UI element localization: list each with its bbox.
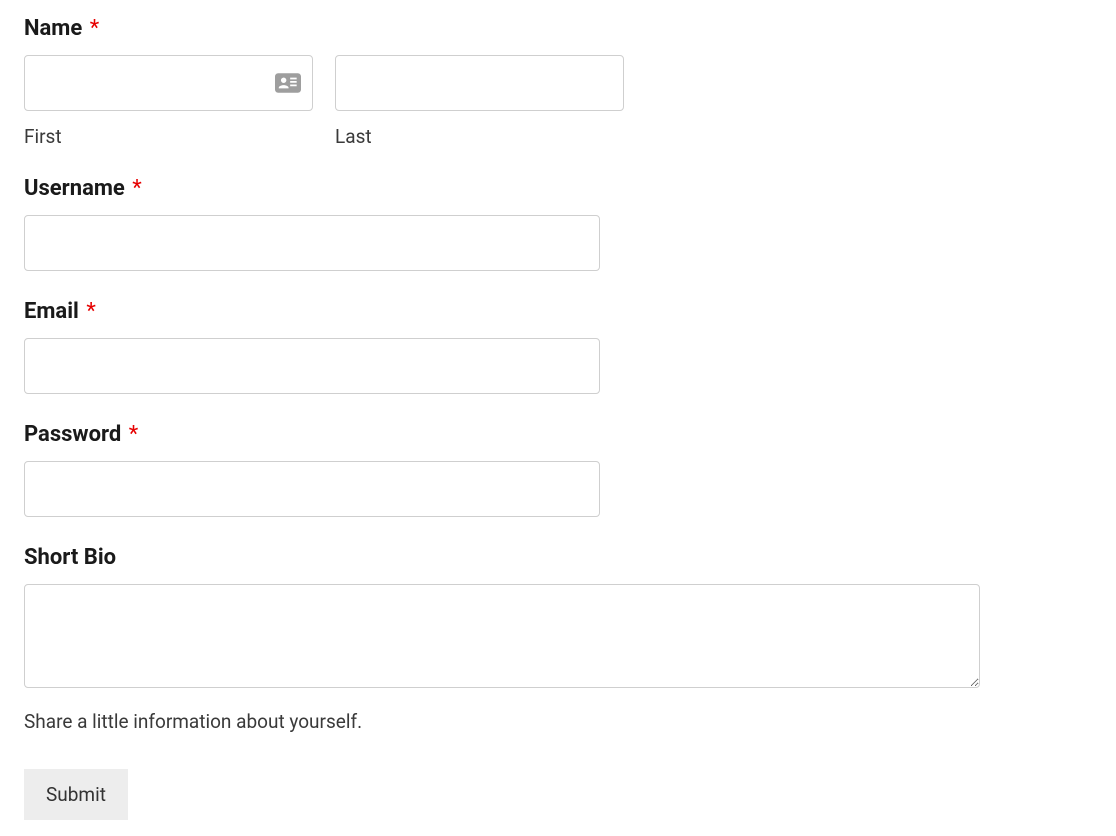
username-label-text: Username	[24, 176, 125, 201]
name-row: First Last	[24, 55, 624, 148]
email-group: Email *	[24, 299, 1092, 394]
username-required-mark: *	[132, 176, 141, 201]
first-name-input[interactable]	[24, 55, 313, 111]
submit-button[interactable]: Submit	[24, 769, 128, 820]
email-input[interactable]	[24, 338, 600, 394]
password-input[interactable]	[24, 461, 600, 517]
last-name-col: Last	[335, 55, 624, 148]
password-label-text: Password	[24, 422, 121, 447]
email-label-text: Email	[24, 299, 79, 324]
bio-label: Short Bio	[24, 545, 1092, 570]
password-label: Password *	[24, 422, 1092, 447]
bio-wrap	[24, 584, 980, 692]
last-name-sublabel: Last	[335, 125, 624, 148]
first-name-wrap	[24, 55, 313, 111]
bio-textarea[interactable]	[24, 584, 980, 688]
username-wrap	[24, 215, 600, 271]
profile-form: Name * First Last Use	[24, 16, 1092, 820]
last-name-wrap	[335, 55, 624, 111]
name-label-text: Name	[24, 16, 82, 41]
email-wrap	[24, 338, 600, 394]
email-required-mark: *	[86, 299, 95, 324]
email-label: Email *	[24, 299, 1092, 324]
username-group: Username *	[24, 176, 1092, 271]
first-name-col: First	[24, 55, 313, 148]
name-group: Name * First Last	[24, 16, 1092, 148]
name-label: Name *	[24, 16, 1092, 41]
password-required-mark: *	[129, 422, 138, 447]
name-required-mark: *	[90, 16, 99, 41]
bio-label-text: Short Bio	[24, 545, 116, 570]
password-wrap	[24, 461, 600, 517]
last-name-input[interactable]	[335, 55, 624, 111]
first-name-sublabel: First	[24, 125, 313, 148]
username-label: Username *	[24, 176, 1092, 201]
bio-group: Short Bio Share a little information abo…	[24, 545, 1092, 733]
bio-help-text: Share a little information about yoursel…	[24, 710, 1092, 733]
password-group: Password *	[24, 422, 1092, 517]
username-input[interactable]	[24, 215, 600, 271]
